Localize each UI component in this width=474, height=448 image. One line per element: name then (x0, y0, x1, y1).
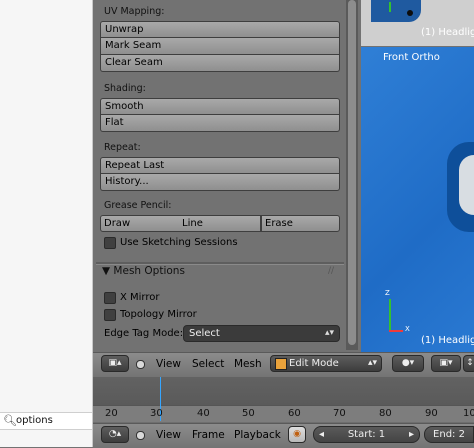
scrollbar-thumb[interactable] (348, 0, 356, 345)
edit-mode-icon (275, 358, 287, 370)
smooth-button[interactable]: Smooth (100, 98, 340, 115)
shading-label: Shading: (104, 83, 146, 94)
menu-collapse-icon[interactable] (136, 360, 145, 369)
timeline-tick: 60 (288, 408, 301, 419)
mode-value: Edit Mode (289, 358, 339, 369)
pivot-point-icon[interactable]: ▣▾ (431, 355, 461, 372)
viewport-shading-icon[interactable]: ●▾ (392, 355, 424, 372)
timeline-tick: 90 (425, 408, 438, 419)
timeline-tick: 20 (105, 408, 118, 419)
editor-type-icon[interactable]: ▣▴ (101, 355, 129, 372)
view-menu[interactable]: View (156, 358, 181, 370)
axis-x-label: X (405, 325, 410, 333)
3d-viewport[interactable]: Front Ortho Z X (1) Headlig (361, 47, 474, 352)
object-origin-dot (407, 10, 413, 16)
viewport-top-object-label: (1) Headlig (421, 27, 474, 38)
repeat-last-button[interactable]: Repeat Last (100, 157, 340, 174)
repeat-label: Repeat: (104, 142, 141, 153)
updown-arrows-icon: ▴▾ (367, 358, 377, 368)
timeline-tick: 70 (333, 408, 346, 419)
end-frame-field[interactable]: End: 2 (424, 426, 474, 443)
axis-z-icon (389, 299, 391, 331)
search-icon: 🔍︎ (3, 414, 17, 427)
edge-tag-mode-select[interactable]: Select ▴▾ (183, 325, 340, 342)
timeline-tick: 30 (150, 408, 163, 419)
use-sketching-sessions-checkbox[interactable] (104, 237, 116, 249)
line-button[interactable]: Line (179, 215, 261, 232)
mesh-eye-highlight (459, 155, 474, 215)
increment-arrow-icon: ▸ (408, 429, 414, 440)
timeline-tick: 40 (197, 408, 210, 419)
frame-menu[interactable]: Frame (192, 429, 225, 441)
uv-mapping-label: UV Mapping: (104, 6, 165, 17)
mark-seam-button[interactable]: Mark Seam (100, 38, 340, 55)
timeline-view-menu[interactable]: View (156, 429, 181, 441)
drag-handle-icon[interactable]: ∕∕ (328, 266, 334, 276)
mesh-menu[interactable]: Mesh (234, 358, 262, 370)
updown-arrows-icon: ▴▾ (324, 328, 334, 338)
axis-z-label: Z (385, 289, 390, 297)
erase-button[interactable]: Erase (261, 215, 340, 232)
unwrap-button[interactable]: Unwrap (100, 21, 340, 38)
select-menu[interactable]: Select (192, 358, 224, 370)
x-mirror-label: X Mirror (120, 292, 160, 303)
timeline-editor-type-icon[interactable]: ◔▴ (101, 426, 129, 443)
topology-mirror-label: Topology Mirror (120, 309, 197, 320)
end-frame-value: End: 2 (433, 429, 465, 440)
viewport-top-region[interactable]: (1) Headlig (361, 0, 474, 46)
mode-select[interactable]: Edit Mode ▴▾ (270, 355, 382, 372)
decrement-arrow-icon: ◂ (319, 429, 325, 440)
menu-collapse-icon[interactable] (136, 431, 145, 440)
edge-tag-mode-value: Select (189, 328, 220, 339)
flat-button[interactable]: Flat (100, 115, 340, 132)
axis-x-icon (389, 330, 403, 332)
topology-mirror-checkbox[interactable] (104, 309, 116, 321)
mesh-options-title: Mesh Options (113, 265, 185, 277)
timeline-tick: 50 (242, 408, 255, 419)
timeline-tick: 80 (379, 408, 392, 419)
timeline-tick: 100 (463, 408, 474, 419)
tool-shelf-scrollbar[interactable] (346, 0, 358, 350)
edge-tag-mode-label: Edge Tag Mode: (104, 328, 184, 339)
manipulator-icon[interactable]: ↕ (463, 355, 474, 372)
start-frame-value: Start: 1 (347, 429, 386, 440)
mesh-options-header[interactable]: ▼ Mesh Options (102, 265, 185, 277)
grease-pencil-label: Grease Pencil: (104, 200, 172, 211)
view-name-label: Front Ortho (383, 52, 440, 63)
use-sketching-sessions-label: Use Sketching Sessions (120, 237, 238, 248)
axis-z-gizmo (389, 2, 391, 12)
x-mirror-checkbox[interactable] (104, 292, 116, 304)
search-input[interactable]: 🔍︎ options (0, 412, 92, 430)
viewport-object-label: (1) Headlig (421, 335, 474, 346)
record-keyframe-icon[interactable]: ◉ (288, 426, 306, 443)
file-browser-pane (0, 0, 93, 447)
history-button[interactable]: History... (100, 174, 340, 191)
draw-button[interactable]: Draw (100, 215, 180, 232)
clear-seam-button[interactable]: Clear Seam (100, 55, 340, 72)
search-value: options (16, 415, 53, 426)
timeline-area[interactable] (93, 377, 474, 405)
start-frame-field[interactable]: ◂ Start: 1 ▸ (313, 426, 420, 443)
playback-menu[interactable]: Playback (234, 429, 281, 441)
collapse-triangle-icon: ▼ (102, 265, 111, 277)
mesh-object-shape (371, 0, 421, 22)
